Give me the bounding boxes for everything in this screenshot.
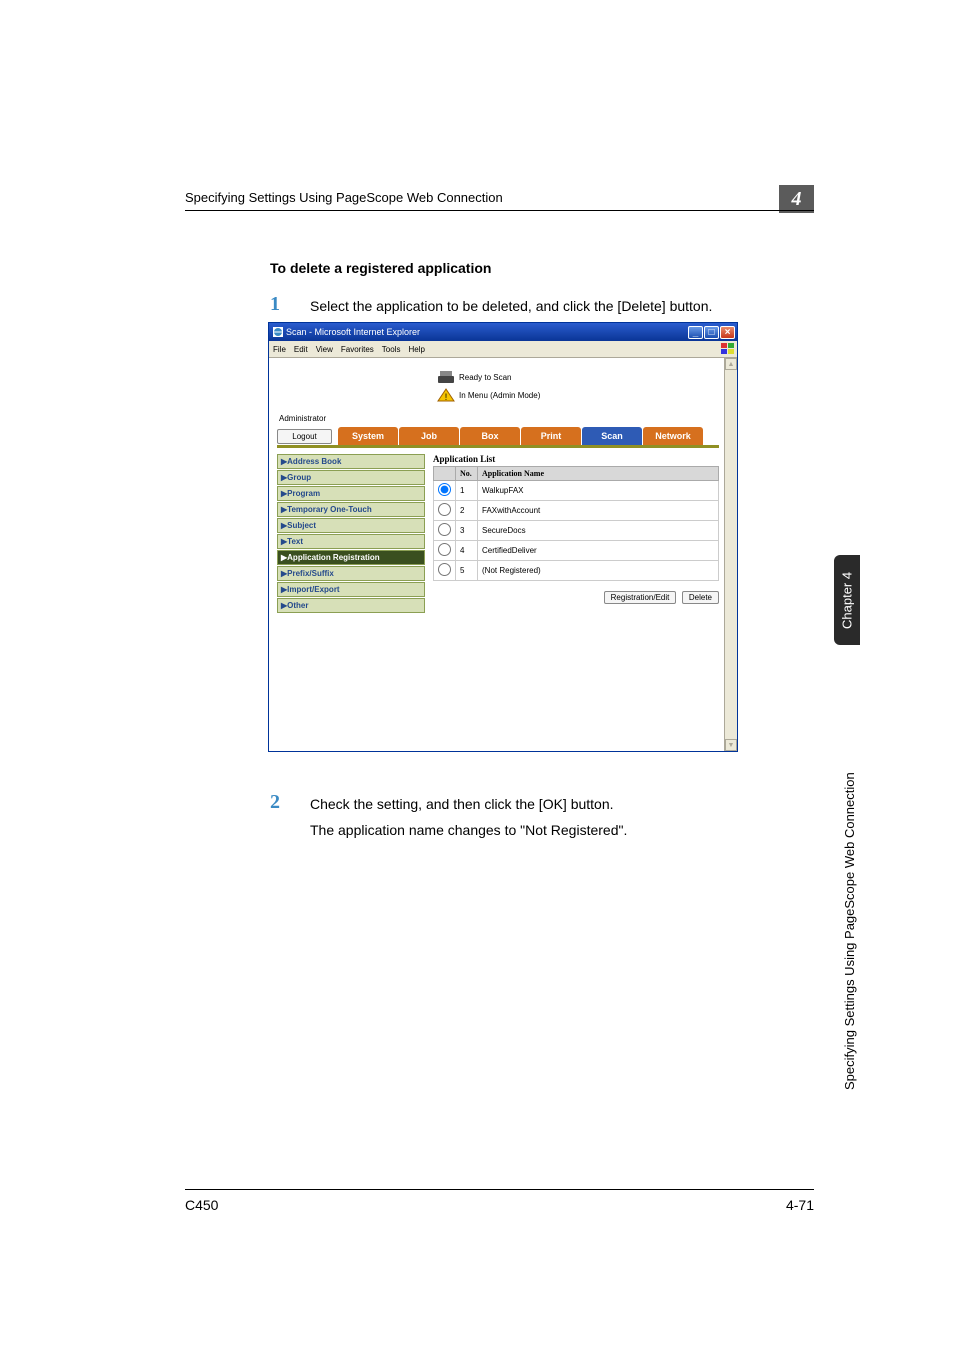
sidebar-item-text[interactable]: ▶Text <box>277 534 425 549</box>
sidebar: ▶Address Book ▶Group ▶Program ▶Temporary… <box>277 454 425 614</box>
table-row: 5 (Not Registered) <box>434 561 719 581</box>
logout-button[interactable]: Logout <box>277 429 332 444</box>
table-row: 1 WalkupFAX <box>434 481 719 501</box>
app-name: CertifiedDeliver <box>478 541 719 561</box>
procedure-heading: To delete a registered application <box>270 260 491 276</box>
chapter-tab: Chapter 4 <box>834 555 860 645</box>
menu-edit[interactable]: Edit <box>294 345 308 354</box>
app-radio[interactable] <box>438 483 451 496</box>
sidebar-item-subject[interactable]: ▶Subject <box>277 518 425 533</box>
breadcrumb: Specifying Settings Using PageScope Web … <box>185 190 503 205</box>
footer-divider <box>185 1189 814 1190</box>
header-divider <box>185 210 814 211</box>
warning-icon: ! <box>437 388 455 402</box>
panel-title: Application List <box>433 454 719 464</box>
table-row: 2 FAXwithAccount <box>434 501 719 521</box>
menu-view[interactable]: View <box>316 345 333 354</box>
tab-system[interactable]: System <box>338 427 398 445</box>
step-number: 1 <box>270 293 280 316</box>
sidebar-item-import-export[interactable]: ▶Import/Export <box>277 582 425 597</box>
maximize-button[interactable]: □ <box>704 326 719 339</box>
app-no: 4 <box>456 541 478 561</box>
tab-network[interactable]: Network <box>643 427 703 445</box>
step-result-text: The application name changes to "Not Reg… <box>310 822 627 838</box>
side-label: Specifying Settings Using PageScope Web … <box>842 670 857 1090</box>
menu-favorites[interactable]: Favorites <box>341 345 374 354</box>
tab-print[interactable]: Print <box>521 427 581 445</box>
footer-model: C450 <box>185 1197 218 1213</box>
minimize-button[interactable]: _ <box>688 326 703 339</box>
col-header-select <box>434 467 456 481</box>
tab-divider <box>277 445 719 448</box>
footer-page-number: 4-71 <box>786 1197 814 1213</box>
tab-scan[interactable]: Scan <box>582 427 642 445</box>
col-header-name: Application Name <box>478 467 719 481</box>
sidebar-item-group[interactable]: ▶Group <box>277 470 425 485</box>
status-mode-text: In Menu (Admin Mode) <box>459 391 540 400</box>
menubar: File Edit View Favorites Tools Help <box>269 341 737 358</box>
sidebar-item-program[interactable]: ▶Program <box>277 486 425 501</box>
windows-flag-icon <box>721 343 734 355</box>
registration-edit-button[interactable]: Registration/Edit <box>604 591 677 604</box>
col-header-no: No. <box>456 467 478 481</box>
menu-help[interactable]: Help <box>408 345 424 354</box>
sidebar-item-other[interactable]: ▶Other <box>277 598 425 613</box>
app-name: WalkupFAX <box>478 481 719 501</box>
sidebar-item-temporary-one-touch[interactable]: ▶Temporary One-Touch <box>277 502 425 517</box>
app-radio[interactable] <box>438 523 451 536</box>
app-no: 5 <box>456 561 478 581</box>
table-row: 4 CertifiedDeliver <box>434 541 719 561</box>
menu-tools[interactable]: Tools <box>382 345 401 354</box>
browser-window: Scan - Microsoft Internet Explorer _ □ ×… <box>268 322 738 752</box>
window-titlebar: Scan - Microsoft Internet Explorer _ □ × <box>269 323 737 341</box>
app-no: 1 <box>456 481 478 501</box>
app-radio[interactable] <box>438 563 451 576</box>
menu-file[interactable]: File <box>273 345 286 354</box>
sidebar-item-address-book[interactable]: ▶Address Book <box>277 454 425 469</box>
app-no: 3 <box>456 521 478 541</box>
sidebar-item-application-registration[interactable]: ▶Application Registration <box>277 550 425 565</box>
app-name: FAXwithAccount <box>478 501 719 521</box>
app-no: 2 <box>456 501 478 521</box>
app-radio[interactable] <box>438 503 451 516</box>
step-text: Check the setting, and then click the [O… <box>310 796 614 812</box>
status-ready-text: Ready to Scan <box>459 373 511 382</box>
delete-button[interactable]: Delete <box>682 591 719 604</box>
scanner-icon <box>437 370 455 384</box>
table-row: 3 SecureDocs <box>434 521 719 541</box>
application-table: No. Application Name 1 WalkupFAX 2 FAXwi… <box>433 466 719 581</box>
section-number-badge: 4 <box>779 185 814 213</box>
app-radio[interactable] <box>438 543 451 556</box>
tab-box[interactable]: Box <box>460 427 520 445</box>
window-title: Scan - Microsoft Internet Explorer <box>286 327 420 337</box>
step-text: Select the application to be deleted, an… <box>310 298 712 314</box>
app-name: (Not Registered) <box>478 561 719 581</box>
step-number: 2 <box>270 791 280 814</box>
svg-text:!: ! <box>445 392 448 402</box>
sidebar-item-prefix-suffix[interactable]: ▶Prefix/Suffix <box>277 566 425 581</box>
app-name: SecureDocs <box>478 521 719 541</box>
admin-label: Administrator <box>279 414 723 423</box>
tab-job[interactable]: Job <box>399 427 459 445</box>
ie-icon <box>273 327 283 337</box>
close-button[interactable]: × <box>720 326 735 339</box>
